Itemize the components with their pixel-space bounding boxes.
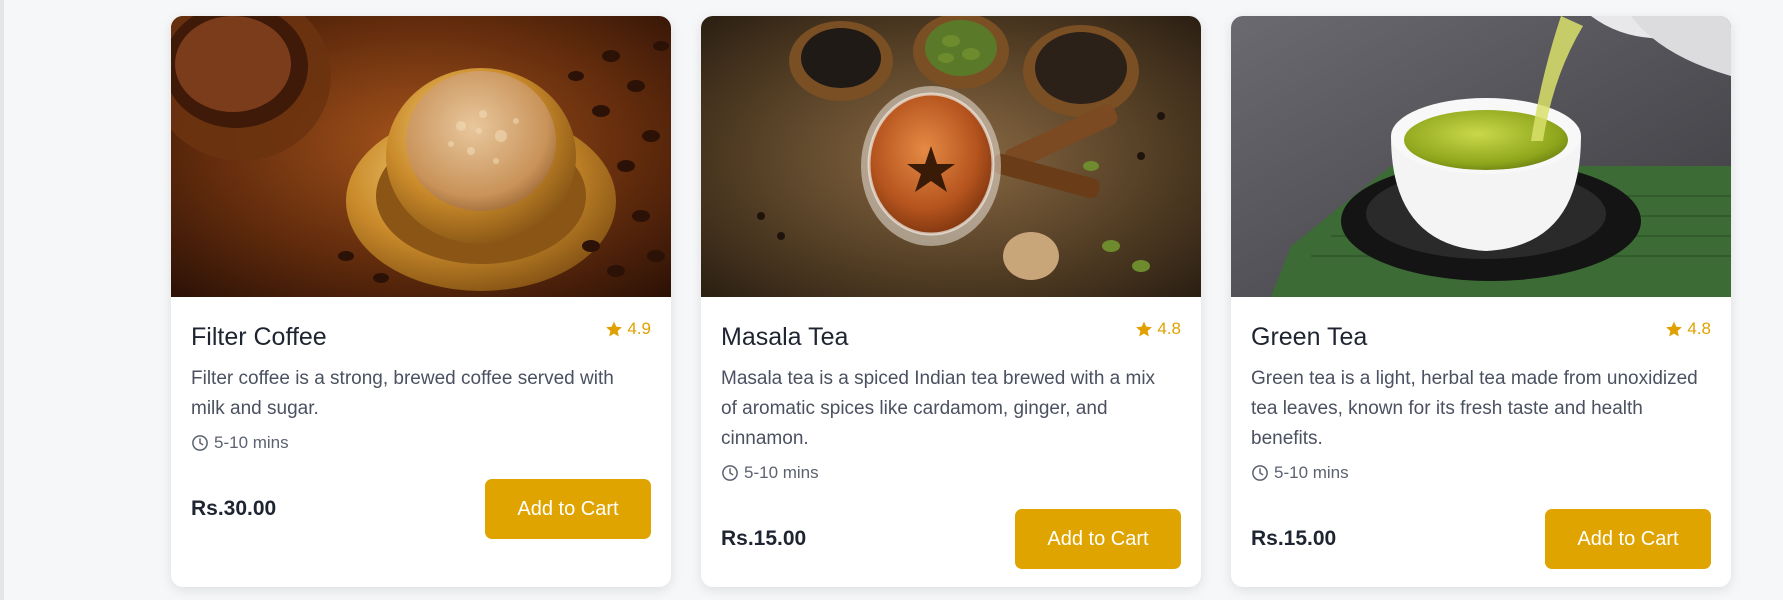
clock-icon <box>192 435 208 451</box>
card-footer: Rs.15.00 Add to Cart <box>1251 509 1711 569</box>
prep-time-value: 5-10 mins <box>1274 463 1349 482</box>
filter-coffee-image <box>171 16 671 297</box>
product-description: Green tea is a light, herbal tea made fr… <box>1251 368 1698 449</box>
product-card: 4.8 Green Tea Green tea is a light, herb… <box>1231 16 1731 587</box>
rating-value: 4.8 <box>1687 319 1711 338</box>
product-description: Masala tea is a spiced Indian tea brewed… <box>721 368 1156 449</box>
star-icon <box>606 321 623 337</box>
rating-value: 4.9 <box>627 319 651 338</box>
card-footer: Rs.15.00 Add to Cart <box>721 509 1181 569</box>
product-grid-page: 4.9 Filter Coffee Filter coffee is a str… <box>0 0 1783 600</box>
product-title: Green Tea <box>1251 323 1368 351</box>
rating: 4.8 <box>1665 319 1711 339</box>
product-price: Rs.15.00 <box>721 527 807 550</box>
rating: 4.8 <box>1135 319 1181 339</box>
rating: 4.9 <box>605 319 651 339</box>
rating-value: 4.8 <box>1157 319 1181 338</box>
star-icon <box>1666 321 1683 337</box>
product-title: Filter Coffee <box>191 323 327 351</box>
product-title: Masala Tea <box>721 323 849 351</box>
prep-time-value: 5-10 mins <box>214 433 289 452</box>
product-price: Rs.30.00 <box>191 497 277 520</box>
card-body: 4.9 Filter Coffee Filter coffee is a str… <box>171 297 671 587</box>
clock-icon <box>722 465 738 481</box>
star-icon <box>1136 321 1153 337</box>
prep-time: 5-10 mins <box>1251 463 1711 483</box>
add-to-cart-button[interactable]: Add to Cart <box>1545 509 1711 569</box>
left-divider <box>0 0 4 600</box>
card-footer: Rs.30.00 Add to Cart <box>191 479 651 539</box>
prep-time-value: 5-10 mins <box>744 463 819 482</box>
add-to-cart-button[interactable]: Add to Cart <box>485 479 651 539</box>
green-tea-image <box>1231 16 1731 297</box>
prep-time: 5-10 mins <box>721 463 1181 483</box>
product-card: 4.8 Masala Tea Masala tea is a spiced In… <box>701 16 1201 587</box>
card-body: 4.8 Green Tea Green tea is a light, herb… <box>1231 297 1731 587</box>
prep-time: 5-10 mins <box>191 433 651 453</box>
add-to-cart-button[interactable]: Add to Cart <box>1015 509 1181 569</box>
clock-icon <box>1252 465 1268 481</box>
card-body: 4.8 Masala Tea Masala tea is a spiced In… <box>701 297 1201 587</box>
product-grid: 4.9 Filter Coffee Filter coffee is a str… <box>171 16 1731 587</box>
product-price: Rs.15.00 <box>1251 527 1337 550</box>
product-card: 4.9 Filter Coffee Filter coffee is a str… <box>171 16 671 587</box>
masala-tea-image <box>701 16 1201 297</box>
product-description: Filter coffee is a strong, brewed coffee… <box>191 368 614 419</box>
